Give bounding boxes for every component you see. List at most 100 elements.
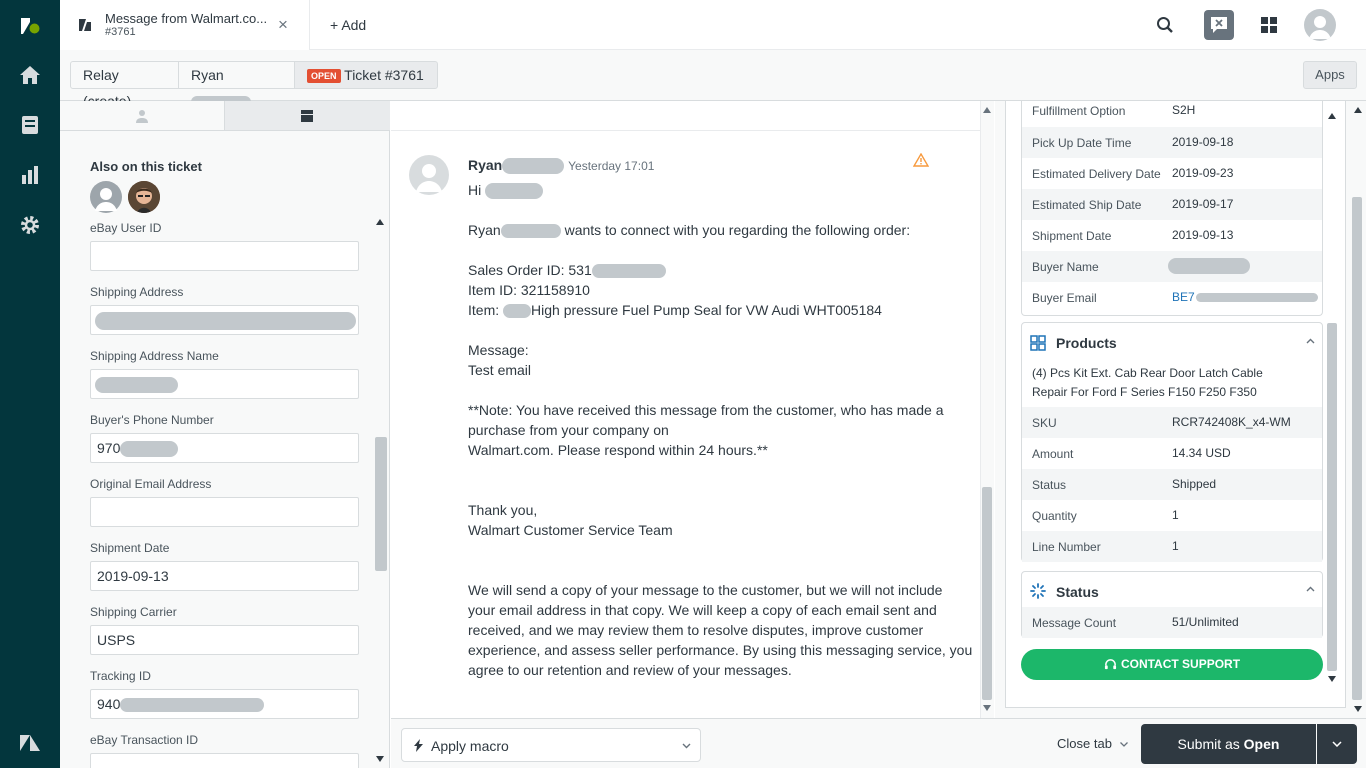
contact-support-button[interactable]: CONTACT SUPPORT (1021, 649, 1323, 680)
order-value: 2019-09-17 (1172, 197, 1234, 211)
search-icon[interactable] (1156, 16, 1174, 34)
apps-button[interactable]: Apps (1303, 61, 1357, 89)
order-key: Fulfillment Option (1032, 104, 1126, 118)
redacted-order-id (591, 264, 666, 279)
left-scrollbar-thumb[interactable] (375, 437, 387, 571)
status-value: 51/Unlimited (1172, 615, 1239, 629)
ticket-icon (301, 110, 313, 122)
note-line-1: **Note: You have received this message f… (468, 402, 944, 418)
ticket-tab[interactable]: Message from Walmart.co... #3761 × (60, 0, 310, 50)
user-icon (136, 110, 148, 123)
field-label: Original Email Address (90, 477, 212, 491)
order-key: Shipment Date (1032, 229, 1112, 243)
views-icon[interactable] (18, 113, 42, 137)
buyers-phone-input[interactable]: 970 (90, 433, 359, 463)
order-key: Buyer Email (1032, 291, 1097, 305)
status-spinner-icon (1030, 583, 1046, 599)
center-scrollbar-thumb[interactable] (982, 487, 992, 700)
macro-chevron-down-icon (682, 743, 691, 749)
breadcrumb-relay[interactable]: Relay (create) (70, 61, 179, 109)
order-value: S2H (1172, 103, 1196, 117)
ticket-fields-tab[interactable] (225, 101, 390, 131)
field-shipping-carrier: Shipping Carrier USPS (90, 605, 359, 655)
collapse-chevron-icon[interactable] (1306, 338, 1315, 344)
redacted-tracking (120, 698, 265, 713)
phone-prefix: 970 (97, 440, 121, 456)
product-row: Amount 14.34 USD (1022, 438, 1322, 469)
tracking-prefix: 940 (97, 696, 121, 712)
field-label: eBay Transaction ID (90, 733, 199, 747)
agent-avatar-photo (128, 181, 160, 213)
field-shipment-date: Shipment Date 2019-09-13 (90, 541, 359, 591)
product-value: 1 (1172, 508, 1179, 522)
outer-scroll-down-icon[interactable] (1354, 706, 1362, 712)
bottom-action-bar: Apply macro Close tab Submit as Open (391, 718, 1366, 768)
submit-options-button[interactable] (1317, 724, 1357, 764)
outer-scroll-up-icon[interactable] (1354, 107, 1362, 113)
disclaimer-line-1: We will send a copy of your message to t… (468, 582, 943, 598)
scroll-up-arrow-icon[interactable] (376, 219, 384, 225)
field-shipping-address: Shipping Address (90, 285, 359, 335)
shipping-carrier-input[interactable]: USPS (90, 625, 359, 655)
reporting-icon[interactable] (18, 163, 42, 187)
product-key: Amount (1032, 447, 1074, 461)
zendesk-footer-icon[interactable] (18, 731, 42, 755)
app-scrollbar-thumb[interactable] (1327, 323, 1337, 671)
breadcrumb-requester[interactable]: Ryan (178, 61, 295, 109)
field-ebay-transaction-id: eBay Transaction ID (90, 733, 359, 768)
field-buyers-phone: Buyer's Phone Number 970 (90, 413, 359, 463)
ebay-transaction-id-input[interactable] (90, 753, 359, 768)
home-icon[interactable] (18, 63, 42, 87)
status-collapse-chevron-icon[interactable] (1306, 586, 1315, 592)
user-avatar[interactable] (1304, 9, 1336, 41)
buyer-email-link[interactable]: BE7 (1172, 290, 1318, 304)
status-row: Message Count 51/Unlimited (1022, 607, 1322, 638)
app-scroll-up-icon[interactable] (1328, 113, 1336, 119)
close-tab-button[interactable]: Close tab (1057, 736, 1128, 751)
ebay-user-id-input[interactable] (90, 241, 359, 271)
disclaimer-line-4: experience, and assess seller performanc… (468, 642, 973, 658)
apply-macro-dropdown[interactable]: Apply macro (401, 728, 701, 762)
admin-gear-icon[interactable] (18, 213, 42, 237)
product-row: Status Shipped (1022, 469, 1322, 500)
message-time: Yesterday 17:01 (568, 159, 655, 173)
center-scroll-down-icon[interactable] (983, 705, 991, 711)
order-details-card: Fulfillment Option S2H Pick Up Date Time 2… (1021, 101, 1323, 316)
user-avatar-icon (1309, 16, 1331, 39)
conversation-pane: Ryan Yesterday 17:01 Hi Ryan wants to co… (391, 101, 994, 718)
status-title: Status (1056, 584, 1099, 600)
submit-button[interactable]: Submit as Open (1141, 724, 1316, 764)
warning-icon[interactable] (913, 153, 929, 167)
tracking-id-input[interactable]: 940 (90, 689, 359, 719)
apps-grid-icon[interactable] (1260, 16, 1278, 34)
intro-line: Ryan wants to connect with you regarding… (468, 222, 910, 239)
outer-scrollbar-thumb[interactable] (1352, 197, 1362, 700)
tab-close-icon[interactable]: × (278, 15, 288, 35)
sender-avatar-icon (416, 164, 442, 192)
order-value: 2019-09-13 (1172, 228, 1234, 242)
buyer-email-prefix: BE7 (1172, 290, 1195, 304)
headset-icon (1104, 659, 1117, 670)
agent-avatar-default (90, 181, 122, 213)
note-line-3: Walmart.com. Please respond within 24 ho… (468, 442, 768, 458)
shipping-address-name-input[interactable] (90, 369, 359, 399)
shipping-address-input[interactable] (90, 305, 359, 335)
submit-status: Open (1243, 736, 1280, 752)
scroll-down-arrow-icon[interactable] (376, 756, 384, 762)
field-ebay-user-id: eBay User ID (90, 221, 359, 271)
shipment-date-input[interactable]: 2019-09-13 (90, 561, 359, 591)
center-scroll-up-icon[interactable] (983, 107, 991, 113)
field-tracking-id: Tracking ID 940 (90, 669, 359, 719)
conversations-button[interactable] (1204, 10, 1234, 40)
field-label: Buyer's Phone Number (90, 413, 214, 427)
product-value: RCR742408K_x4-WM (1172, 415, 1291, 429)
app-scroll-down-icon[interactable] (1328, 676, 1336, 682)
add-tab-button[interactable]: + Add (330, 17, 366, 33)
breadcrumb-ticket[interactable]: OPEN Ticket #3761 (294, 61, 438, 89)
user-tab[interactable] (60, 101, 225, 131)
zendesk-logo-icon[interactable] (18, 14, 42, 38)
original-email-input[interactable] (90, 497, 359, 527)
close-tab-label: Close tab (1057, 736, 1112, 751)
thanks-line: Thank you, (468, 502, 538, 518)
product-key: Status (1032, 478, 1067, 492)
